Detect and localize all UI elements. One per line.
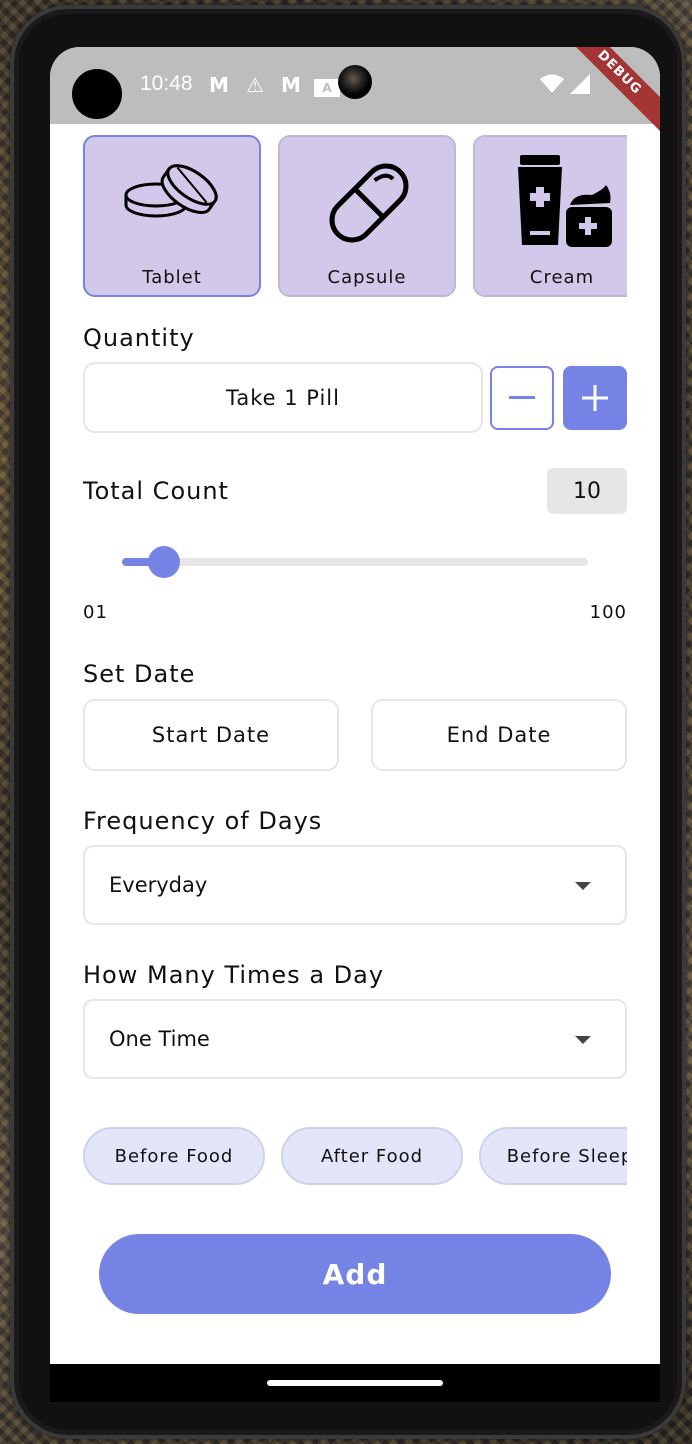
type-card-capsule[interactable]: Capsule bbox=[278, 135, 456, 297]
status-bar: 10:48 M ⚠ M A DEBUG bbox=[50, 47, 660, 135]
gmail-icon: M bbox=[281, 73, 301, 97]
total-count-title: Total Count bbox=[83, 477, 229, 505]
front-camera bbox=[338, 65, 372, 99]
system-icons bbox=[540, 74, 590, 94]
dropdown-arrow-icon bbox=[575, 882, 591, 890]
increase-quantity-button[interactable] bbox=[563, 366, 627, 430]
tablet-icon bbox=[124, 164, 218, 218]
phone-frame: 10:48 M ⚠ M A DEBUG Tablet Capsule Cream… bbox=[10, 5, 686, 1439]
camera-cutout bbox=[72, 69, 122, 119]
notification-icons: M ⚠ M A bbox=[206, 73, 340, 97]
slider-min-label: 01 bbox=[83, 602, 108, 623]
timing-chip-row: Before Food After Food Before Sleep bbox=[83, 1127, 627, 1189]
total-count-slider-track[interactable] bbox=[122, 558, 588, 566]
frequency-selected-value: Everyday bbox=[109, 873, 208, 897]
signal-icon bbox=[570, 74, 590, 94]
capsule-icon bbox=[329, 163, 409, 243]
total-count-slider-thumb[interactable] bbox=[148, 546, 181, 578]
times-a-day-title: How Many Times a Day bbox=[83, 961, 385, 989]
chip-after-food[interactable]: After Food bbox=[281, 1127, 463, 1185]
type-label: Tablet bbox=[142, 267, 202, 288]
type-label: Capsule bbox=[327, 267, 407, 288]
add-button[interactable]: Add bbox=[99, 1234, 611, 1314]
wifi-icon bbox=[540, 74, 564, 93]
quantity-field[interactable]: Take 1 Pill bbox=[83, 362, 483, 433]
total-count-value: 10 bbox=[547, 468, 627, 514]
system-navigation-bar bbox=[50, 1364, 660, 1402]
home-indicator[interactable] bbox=[267, 1380, 443, 1386]
end-date-button[interactable]: End Date bbox=[371, 699, 627, 771]
frequency-dropdown[interactable]: Everyday bbox=[83, 845, 627, 925]
dropdown-arrow-icon bbox=[575, 1036, 591, 1044]
app-a-icon: A bbox=[314, 73, 340, 97]
minus-icon bbox=[509, 396, 535, 399]
decrease-quantity-button[interactable] bbox=[490, 366, 554, 430]
type-card-tablet[interactable]: Tablet bbox=[83, 135, 261, 297]
medicine-type-selector: Tablet Capsule Cream bbox=[83, 135, 627, 299]
plus-icon bbox=[582, 385, 608, 411]
status-time: 10:48 bbox=[140, 72, 193, 95]
times-a-day-selected-value: One Time bbox=[109, 1027, 210, 1051]
slider-max-label: 100 bbox=[589, 602, 627, 623]
warning-icon: ⚠ bbox=[246, 73, 264, 97]
app-screen: 10:48 M ⚠ M A DEBUG Tablet Capsule Cream… bbox=[50, 47, 660, 1402]
set-date-title: Set Date bbox=[83, 660, 196, 688]
frequency-title: Frequency of Days bbox=[83, 807, 323, 835]
chip-before-food[interactable]: Before Food bbox=[83, 1127, 265, 1185]
times-a-day-dropdown[interactable]: One Time bbox=[83, 999, 627, 1079]
chip-before-sleep[interactable]: Before Sleep bbox=[479, 1127, 627, 1185]
quantity-title: Quantity bbox=[83, 324, 195, 352]
gmail-icon: M bbox=[209, 73, 229, 97]
type-card-cream[interactable]: Cream bbox=[473, 135, 627, 297]
cream-icon bbox=[518, 155, 612, 247]
start-date-button[interactable]: Start Date bbox=[83, 699, 339, 771]
type-label: Cream bbox=[529, 267, 595, 288]
